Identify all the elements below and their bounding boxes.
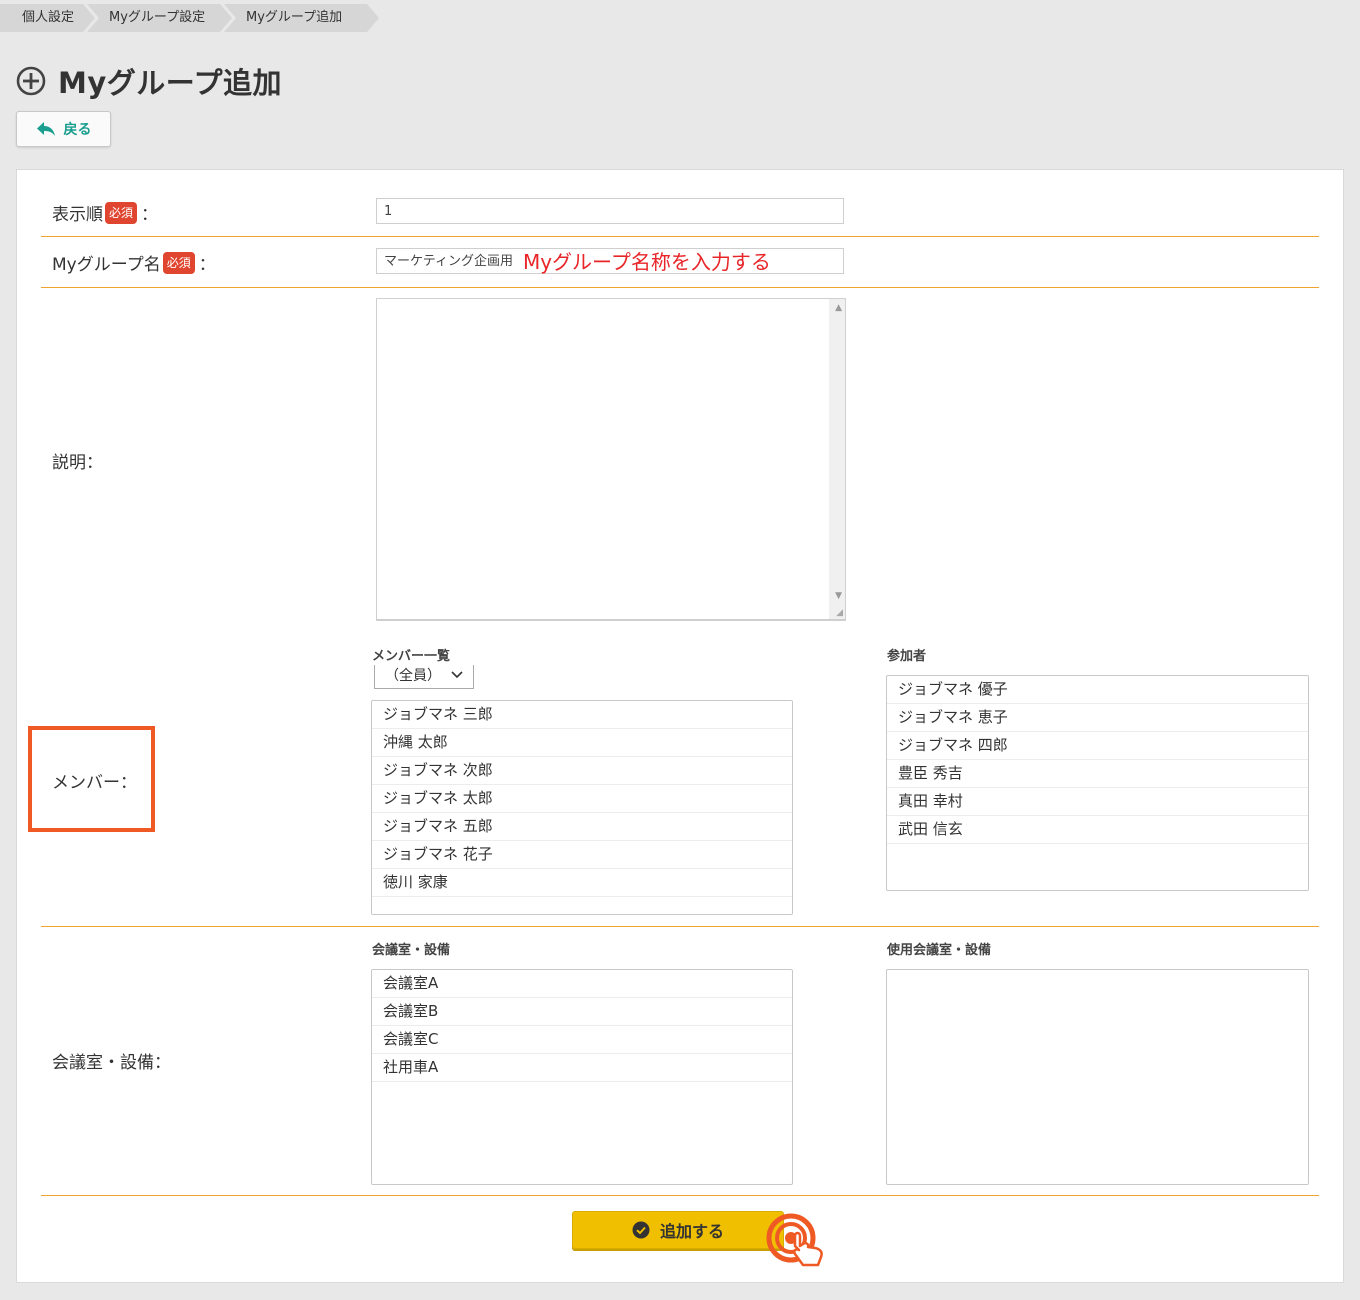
order-input[interactable]: 1 xyxy=(376,198,844,224)
breadcrumb: 個人設定 Myグループ設定 Myグループ追加 xyxy=(0,4,371,32)
textarea-scrollbar[interactable]: ▲ ▼ xyxy=(829,299,845,619)
add-submit-label: 追加する xyxy=(659,1222,724,1241)
participants-list[interactable]: ジョブマネ 優子 ジョブマネ 恵子 ジョブマネ 四郎 豊臣 秀吉 真田 幸村 武… xyxy=(886,675,1309,891)
used-facilities-list[interactable] xyxy=(886,969,1309,1185)
breadcrumb-item-mygroup-add: Myグループ追加 xyxy=(224,4,379,32)
member-filter-value: （全員） xyxy=(385,668,441,684)
participant-list-item[interactable]: 真田 幸村 xyxy=(887,788,1308,816)
divider xyxy=(41,1195,1319,1196)
group-name-label-text: Myグループ名 xyxy=(52,255,161,275)
required-badge: 必須 xyxy=(105,201,138,224)
breadcrumb-item-personal-settings[interactable]: 個人設定 xyxy=(0,4,95,32)
available-members-list[interactable]: ジョブマネ 三郎 沖縄 太郎 ジョブマネ 次郎 ジョブマネ 太郎 ジョブマネ 五… xyxy=(371,700,793,915)
available-facilities-list[interactable]: 会議室A 会議室B 会議室C 社用車A xyxy=(371,969,793,1185)
group-name-input[interactable]: マーケティング企画用 Myグループ名称を入力する xyxy=(376,248,844,274)
member-list-item[interactable]: ジョブマネ 五郎 xyxy=(372,813,792,841)
group-name-label: Myグループ名 必須 ： xyxy=(52,250,216,275)
chevron-down-icon xyxy=(451,671,463,679)
group-name-input-value: マーケティング企画用 xyxy=(384,254,513,269)
resize-grip-icon[interactable]: ◢ xyxy=(836,608,843,618)
description-label: 説明： xyxy=(52,453,103,473)
participants-title: 参加者 xyxy=(887,649,927,664)
scroll-down-icon[interactable]: ▼ xyxy=(835,591,842,601)
order-label-colon: ： xyxy=(141,205,159,225)
add-submit-button[interactable]: 追加する xyxy=(572,1211,784,1249)
group-name-label-colon: ： xyxy=(198,255,216,275)
check-circle-icon xyxy=(632,1221,650,1239)
facilities-list-title: 会議室・設備 xyxy=(372,943,451,958)
member-list-item[interactable]: ジョブマネ 次郎 xyxy=(372,757,792,785)
participant-list-item[interactable]: ジョブマネ 四郎 xyxy=(887,732,1308,760)
page-header: Myグループ追加 xyxy=(16,60,282,102)
order-input-value: 1 xyxy=(384,204,393,219)
plus-circle-icon xyxy=(16,66,46,96)
member-list-item[interactable]: 沖縄 太郎 xyxy=(372,729,792,757)
member-list-item[interactable]: ジョブマネ 三郎 xyxy=(372,701,792,729)
member-list-title: メンバー一覧 xyxy=(372,649,451,664)
breadcrumb-item-mygroup-settings[interactable]: Myグループ設定 xyxy=(87,4,232,32)
participant-list-item[interactable]: 武田 信玄 xyxy=(887,816,1308,844)
tap-hand-icon xyxy=(766,1213,823,1267)
group-name-hint: Myグループ名称を入力する xyxy=(522,250,771,274)
used-facilities-title: 使用会議室・設備 xyxy=(887,943,992,958)
member-filter-select[interactable]: （全員） xyxy=(374,665,474,689)
participant-list-item[interactable]: 豊臣 秀吉 xyxy=(887,760,1308,788)
back-button-label: 戻る xyxy=(63,122,92,138)
member-list-item[interactable]: 徳川 家康 xyxy=(372,869,792,897)
facility-list-item[interactable]: 会議室B xyxy=(372,998,792,1026)
member-list-item[interactable]: ジョブマネ 太郎 xyxy=(372,785,792,813)
facility-list-item[interactable]: 会議室C xyxy=(372,1026,792,1054)
divider xyxy=(41,287,1319,288)
facility-list-item[interactable]: 社用車A xyxy=(372,1054,792,1082)
divider xyxy=(41,236,1319,237)
members-label: メンバー： xyxy=(52,773,137,793)
order-label-text: 表示順 xyxy=(52,205,103,225)
description-textarea[interactable]: ▲ ▼ ◢ xyxy=(376,298,846,621)
participant-list-item[interactable]: ジョブマネ 優子 xyxy=(887,676,1308,704)
scroll-up-icon[interactable]: ▲ xyxy=(835,303,842,313)
required-badge: 必須 xyxy=(162,251,195,274)
order-label: 表示順 必須 ： xyxy=(52,200,158,225)
form-panel: 表示順 必須 ： 1 Myグループ名 必須 ： マーケティング企画用 Myグループ… xyxy=(16,169,1344,1283)
facilities-label: 会議室・設備： xyxy=(52,1053,171,1073)
divider xyxy=(41,926,1319,927)
back-arrow-icon xyxy=(36,122,55,136)
back-button[interactable]: 戻る xyxy=(16,111,111,147)
facility-list-item[interactable]: 会議室A xyxy=(372,970,792,998)
member-list-item[interactable]: ジョブマネ 花子 xyxy=(372,841,792,869)
page-title: Myグループ追加 xyxy=(58,66,283,100)
participant-list-item[interactable]: ジョブマネ 恵子 xyxy=(887,704,1308,732)
